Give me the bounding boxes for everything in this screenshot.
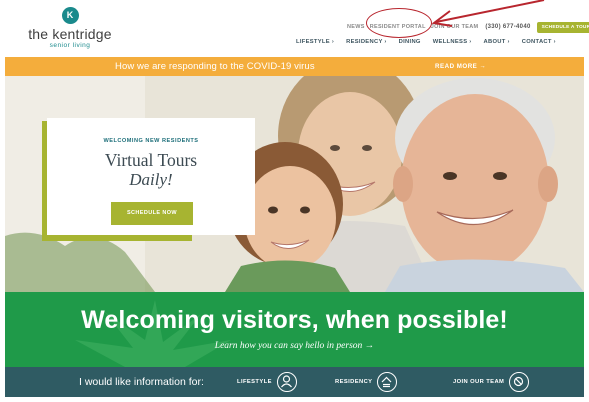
annotation-arrow-icon (431, 0, 545, 27)
visitors-learn-more-link[interactable]: Learn how you can say hello in person → (5, 341, 584, 351)
nav-lifestyle[interactable]: LIFESTYLE › (296, 39, 334, 45)
info-lifestyle-label: LIFESTYLE (237, 379, 272, 385)
info-bar-label: I would like information for: (79, 376, 204, 388)
card-frame-accent-bottom (42, 235, 192, 241)
promo-subtitle: Daily! (129, 170, 173, 189)
hero-section: WELCOMING NEW RESIDENTS Virtual Tours Da… (5, 76, 584, 292)
visitors-banner[interactable]: Welcoming visitors, when possible! Learn… (5, 292, 584, 367)
team-icon (509, 372, 530, 392)
util-link-news[interactable]: NEWS (347, 24, 365, 30)
logo-tagline: senior living (49, 42, 91, 49)
info-join-team-label: JOIN OUR TEAM (453, 379, 505, 385)
nav-contact[interactable]: CONTACT › (522, 39, 556, 45)
info-lifestyle-link[interactable]: LIFESTYLE (237, 372, 297, 392)
visitors-title: Welcoming visitors, when possible! (81, 306, 508, 334)
nav-about[interactable]: ABOUT › (484, 39, 510, 45)
logo-name: the kentridge (28, 26, 112, 42)
covid-banner[interactable]: How we are responding to the COVID-19 vi… (5, 57, 584, 76)
residency-icon (377, 372, 398, 392)
logo-mark-icon: K (61, 7, 79, 24)
main-nav: LIFESTYLE › RESIDENCY › DINING WELLNESS … (296, 37, 556, 47)
nav-wellness[interactable]: WELLNESS › (433, 39, 472, 45)
schedule-now-button[interactable]: SCHEDULE NOW (111, 202, 193, 225)
nav-dining[interactable]: DINING (399, 39, 421, 45)
promo-eyebrow: WELCOMING NEW RESIDENTS (103, 138, 199, 144)
logo[interactable]: K the kentridge senior living (22, 7, 118, 53)
virtual-tours-card: WELCOMING NEW RESIDENTS Virtual Tours Da… (42, 118, 255, 241)
annotation-circle (366, 8, 432, 38)
promo-title: Virtual Tours (104, 150, 198, 170)
person-icon (276, 372, 297, 392)
virtual-tours-card-body: WELCOMING NEW RESIDENTS Virtual Tours Da… (47, 118, 255, 235)
covid-read-more-link[interactable]: READ MORE → (435, 63, 486, 70)
covid-banner-text: How we are responding to the COVID-19 vi… (115, 61, 315, 72)
info-residency-label: RESIDENCY (335, 379, 373, 385)
info-residency-link[interactable]: RESIDENCY (335, 372, 398, 392)
info-bar: I would like information for: LIFESTYLE … (5, 367, 584, 397)
info-join-team-link[interactable]: JOIN OUR TEAM (453, 372, 530, 392)
site-header: K the kentridge senior living NEWS RESID… (0, 0, 589, 57)
nav-residency[interactable]: RESIDENCY › (346, 39, 387, 45)
